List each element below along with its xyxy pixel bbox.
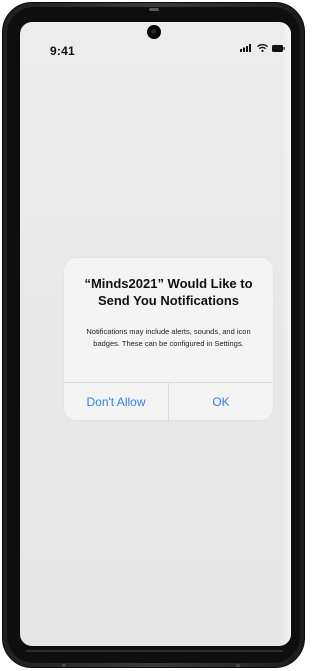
status-time: 9:41 [50,44,75,58]
notification-permission-dialog: “Minds2021” Would Like to Send You Notif… [64,258,273,420]
bottom-antenna-left [62,664,66,667]
cellular-signal-icon [240,44,253,52]
phone-screen: 9:41 “Minds2021” Would Like to Send You … [20,22,291,646]
dont-allow-button[interactable]: Don't Allow [64,383,168,420]
ok-button[interactable]: OK [169,383,273,420]
speaker-grille [149,8,159,11]
wifi-icon [257,44,268,52]
bottom-antenna-right [236,664,240,667]
dialog-message: Notifications may include alerts, sounds… [86,327,251,348]
status-icons [240,44,285,52]
screen-reflection [281,22,291,646]
battery-icon [272,44,285,52]
bottom-bezel-line [26,650,283,652]
front-camera [147,25,161,39]
dialog-title: “Minds2021” Would Like to Send You Notif… [84,276,253,308]
